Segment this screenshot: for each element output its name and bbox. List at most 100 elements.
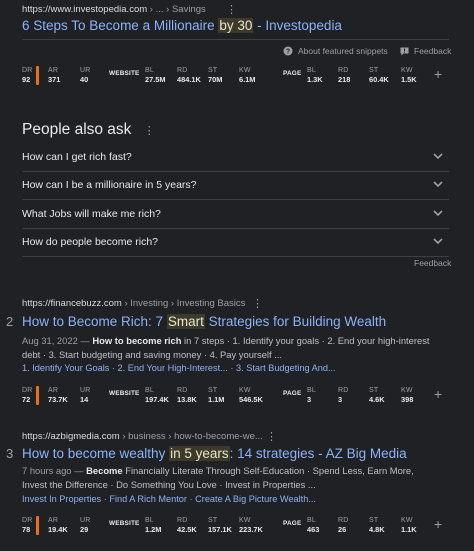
paa-question[interactable]: How can I be a millionaire in 5 years? xyxy=(22,172,449,200)
title-highlight: Smart xyxy=(166,314,205,329)
chevron-down-icon xyxy=(433,238,443,245)
title-text-end: Strategies for Building Wealth xyxy=(204,314,387,329)
feedback-label: Feedback xyxy=(414,46,452,56)
title-text: 6 Steps To Become a Millionaire xyxy=(22,18,219,33)
sitelink[interactable]: 1. Identify Your Goals xyxy=(22,363,109,373)
metric-website-label: WEBSITE xyxy=(109,520,140,527)
result-domain: https://financebuzz.com xyxy=(22,298,122,309)
paa-feedback-link[interactable]: Feedback xyxy=(414,258,451,268)
metric-ur: UR 14 xyxy=(80,387,91,404)
metric-st: ST 70M xyxy=(208,67,223,84)
feedback-link[interactable]: Feedback xyxy=(400,46,451,56)
about-featured-snippets[interactable]: ? About featured snippets xyxy=(283,46,388,56)
help-icon: ? xyxy=(283,46,293,56)
metric-ur: UR 40 xyxy=(80,67,91,84)
more-options-icon[interactable]: ⋮ xyxy=(144,125,155,137)
paa-question[interactable]: How can I get rich fast? xyxy=(22,144,449,172)
metric-dr: DR 78 xyxy=(22,517,33,534)
title-highlight: in 5 years xyxy=(169,446,230,461)
result-url[interactable]: https://azbigmedia.com › business › how-… xyxy=(22,431,263,442)
result-path: › ... › Savings xyxy=(147,4,206,15)
metric-bl: BL 197.4K xyxy=(145,387,169,404)
svg-text:?: ? xyxy=(286,49,290,56)
snippet-bold: How to become rich xyxy=(92,335,182,346)
dr-bar xyxy=(36,516,39,535)
dr-bar xyxy=(36,66,39,85)
chevron-down-icon xyxy=(433,210,443,217)
metric-page-st: ST 4.8K xyxy=(369,517,385,534)
metric-rd: RD 484.1K xyxy=(177,67,201,84)
title-text-end: - Investopedia xyxy=(253,18,342,33)
add-plus-icon[interactable]: + xyxy=(434,516,442,532)
result-title[interactable]: How to become wealthy in 5 years: 14 str… xyxy=(22,446,407,461)
metric-ar: AR 371 xyxy=(48,67,61,84)
add-plus-icon[interactable]: + xyxy=(434,66,442,82)
paa-question[interactable]: What Jobs will make me rich? xyxy=(22,201,449,229)
title-text: How to become wealthy xyxy=(22,446,170,461)
seo-metrics-bar: DR 72 AR 73.7K UR 14 WEBSITE BL 197.4K RD 13.… xyxy=(22,386,452,408)
metric-page-st: ST 60.4K xyxy=(369,67,389,84)
result-snippet: 7 hours ago — Become Financially Literat… xyxy=(22,465,414,476)
more-options-icon[interactable]: ⋮ xyxy=(252,297,263,310)
metric-dr: DR 92 xyxy=(22,67,33,84)
paa-question-text: How can I be a millionaire in 5 years? xyxy=(22,179,197,191)
result-url[interactable]: https://www.investopedia.com › ... › Sav… xyxy=(22,4,206,15)
metric-page-kw: KW 1.5K xyxy=(401,67,417,84)
result-date: 7 hours ago xyxy=(22,465,72,476)
rank-number: 3 xyxy=(6,446,14,461)
metric-kw: KW 6.1M xyxy=(239,67,256,84)
metric-kw: KW 223.7K xyxy=(239,517,263,534)
more-options-icon[interactable]: ⋮ xyxy=(226,3,237,16)
about-snippets-label: About featured snippets xyxy=(298,46,388,56)
metric-page-kw: KW 398 xyxy=(401,387,414,404)
snippet-text: Financially Literate Through Self-Educat… xyxy=(122,465,414,476)
metric-page-rd: RD 26 xyxy=(338,517,349,534)
metric-dr: DR 72 xyxy=(22,387,33,404)
rank-number: 2 xyxy=(6,314,14,329)
sitelinks: Invest In Properties · Find A Rich Mento… xyxy=(22,494,316,504)
add-plus-icon[interactable]: + xyxy=(434,386,442,402)
title-text-end: : 14 strategies - AZ Big Media xyxy=(229,446,407,461)
metric-rd: RD 13.8K xyxy=(177,387,197,404)
dr-bar xyxy=(36,386,39,405)
snippet-text: in 7 steps · 1. Identify your goals · 2.… xyxy=(181,335,430,346)
paa-heading: People also ask ⋮ xyxy=(22,121,155,139)
metric-bl: BL 1.2M xyxy=(145,517,162,534)
result-title[interactable]: 6 Steps To Become a Millionaire by 30 - … xyxy=(22,18,342,33)
chevron-down-icon xyxy=(433,153,443,160)
metric-page-st: ST 4.6K xyxy=(369,387,385,404)
result-url[interactable]: https://financebuzz.com › Investing › In… xyxy=(22,298,245,309)
paa-question[interactable]: How do people become rich? xyxy=(22,229,449,257)
result-domain: https://www.investopedia.com xyxy=(22,4,148,15)
result-snippet-line2: Invest the Difference · Do Something You… xyxy=(22,479,316,490)
result-title[interactable]: How to Become Rich: 7 Smart Strategies f… xyxy=(22,314,386,329)
metric-st: ST 1.1M xyxy=(208,387,225,404)
metric-page-bl: BL 463 xyxy=(307,517,320,534)
result-snippet: Aug 31, 2022 — How to become rich in 7 s… xyxy=(22,335,430,346)
metric-kw: KW 546.5K xyxy=(239,387,263,404)
paa-question-text: What Jobs will make me rich? xyxy=(22,208,161,220)
result-domain: https://azbigmedia.com xyxy=(22,431,120,442)
metric-website-label: WEBSITE xyxy=(109,390,140,397)
metric-page-label: PAGE xyxy=(283,390,302,397)
metric-page-rd: RD 218 xyxy=(338,67,351,84)
sitelink[interactable]: Invest In Properties xyxy=(22,494,101,504)
sitelink[interactable]: Find A Rich Mentor xyxy=(109,494,187,504)
paa-heading-text: People also ask xyxy=(22,121,132,138)
feedback-icon xyxy=(400,47,409,55)
paa-question-text: How do people become rich? xyxy=(22,236,158,248)
sitelink[interactable]: Create A Big Picture Wealth... xyxy=(195,494,316,504)
title-text: How to Become Rich: 7 xyxy=(22,314,167,329)
paa-question-text: How can I get rich fast? xyxy=(22,151,132,163)
chevron-down-icon xyxy=(433,181,443,188)
more-options-icon[interactable]: ⋮ xyxy=(266,430,277,443)
metric-ur: UR 29 xyxy=(80,517,91,534)
metric-page-kw: KW 1.1K xyxy=(401,517,417,534)
sitelink[interactable]: 2. End Your High-Interest... xyxy=(118,363,228,373)
title-highlight: by 30 xyxy=(218,18,254,33)
metric-rd: RD 42.5K xyxy=(177,517,197,534)
metric-page-bl: BL 3 xyxy=(307,387,316,404)
snippet-bold: Become xyxy=(86,465,123,476)
metric-page-label: PAGE xyxy=(283,70,302,77)
sitelink[interactable]: 3. Start Budgeting And... xyxy=(236,363,336,373)
